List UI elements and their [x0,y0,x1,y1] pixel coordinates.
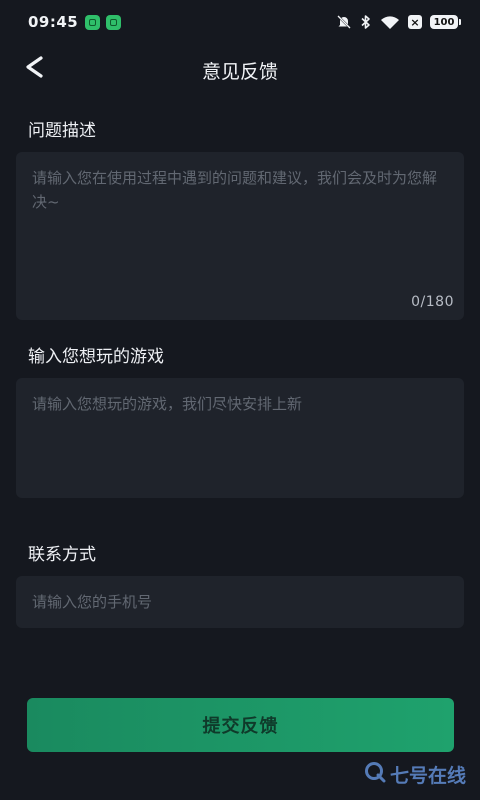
status-time: 09:45 [28,13,79,31]
problem-description-input[interactable] [32,166,448,306]
status-bar: 09:45 × 100 [0,0,480,44]
app-notification-icon [106,15,121,30]
contact-field [16,576,464,628]
battery-icon: 100 [430,15,461,29]
contact-label: 联系方式 [28,545,96,565]
mute-icon [336,14,352,30]
problem-description-label: 问题描述 [28,121,96,141]
character-counter: 0/180 [411,294,454,310]
no-sim-icon: × [408,15,422,29]
app-notification-icon [85,15,100,30]
game-request-label: 输入您想玩的游戏 [28,347,164,367]
game-request-field [16,378,464,498]
page-title: 意见反馈 [201,61,278,83]
navigation-bar: 意见反馈 [0,44,480,94]
bluetooth-icon [360,14,372,30]
watermark: 七号在线 [364,761,466,788]
wifi-icon [380,15,400,30]
game-request-input[interactable] [32,392,448,484]
phone-input[interactable] [32,589,448,615]
submit-feedback-button[interactable]: 提交反馈 [27,698,454,752]
problem-description-field: 0/180 [16,152,464,320]
watermark-text: 七号在线 [389,765,466,787]
status-icons: × 100 [336,12,461,32]
watermark-logo-icon [364,761,386,788]
